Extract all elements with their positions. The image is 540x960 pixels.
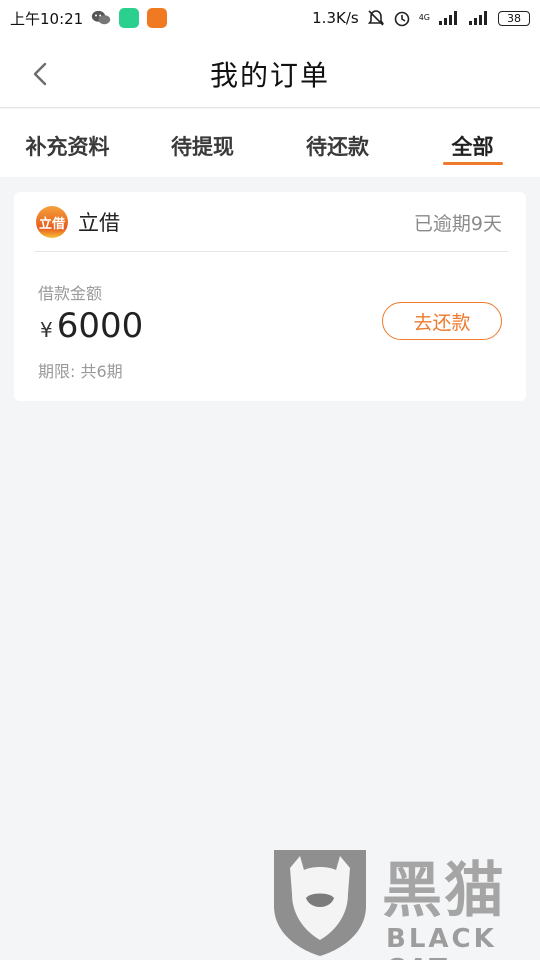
app-notification-icon (147, 8, 168, 28)
lender-brand: 立借 立借 (36, 206, 120, 238)
lender-logo-icon: 立借 (36, 206, 68, 238)
loan-amount: ¥ 6000 (40, 306, 143, 346)
watermark-title: 黑猫 (382, 856, 506, 926)
order-card-header: 立借 立借 已逾期9天 (14, 192, 526, 252)
mute-bell-icon (367, 10, 384, 26)
wechat-icon (92, 10, 111, 25)
order-card[interactable]: 立借 立借 已逾期9天 借款金额 ¥ 6000 期限: 共6期 去还款 (14, 192, 526, 401)
signal-icon (469, 11, 487, 25)
tab-label: 待提现 (171, 135, 234, 159)
tab-pending-withdrawal[interactable]: 待提现 (135, 109, 270, 177)
tab-pending-repayment[interactable]: 待还款 (270, 109, 405, 177)
amount-label: 借款金额 (38, 284, 103, 303)
alarm-clock-icon (394, 11, 410, 27)
amount-value: 6000 (56, 306, 144, 346)
tab-supplement-info[interactable]: 补充资料 (0, 109, 135, 177)
loan-term: 期限: 共6期 (38, 362, 123, 381)
tab-label: 全部 (451, 135, 494, 159)
app-header: 我的订单 (0, 36, 540, 108)
status-bar-right: 1.3K/s 4G 38 (312, 9, 530, 27)
tab-label: 待还款 (306, 135, 369, 159)
watermark-subtitle: BLACK CAT (386, 924, 497, 960)
status-time: 上午10:21 (10, 9, 84, 28)
status-bar-left: 上午10:21 (10, 8, 168, 29)
active-tab-indicator (442, 162, 503, 165)
network-type-icon: 4G (418, 13, 430, 22)
currency-symbol: ¥ (40, 318, 53, 342)
repay-button-label: 去还款 (413, 311, 471, 334)
order-tabs: 补充资料 待提现 待还款 全部 (0, 109, 540, 177)
network-speed: 1.3K/s (312, 9, 359, 27)
signal-icon (439, 11, 457, 25)
tab-all[interactable]: 全部 (405, 109, 540, 177)
repay-button[interactable]: 去还款 (382, 302, 502, 340)
tab-label: 补充资料 (25, 135, 110, 159)
battery-level: 38 (507, 11, 521, 25)
page-title: 我的订单 (209, 59, 330, 92)
app-notification-icon (119, 8, 140, 28)
battery-icon: 38 (498, 10, 530, 26)
cat-shield-logo-icon (274, 850, 366, 956)
order-status: 已逾期9天 (413, 212, 502, 235)
status-bar: 上午10:21 1.3K/s 4G 38 (0, 0, 540, 36)
black-cat-watermark: 黑猫 BLACK CAT (270, 842, 540, 960)
lender-name: 立借 (78, 211, 120, 235)
